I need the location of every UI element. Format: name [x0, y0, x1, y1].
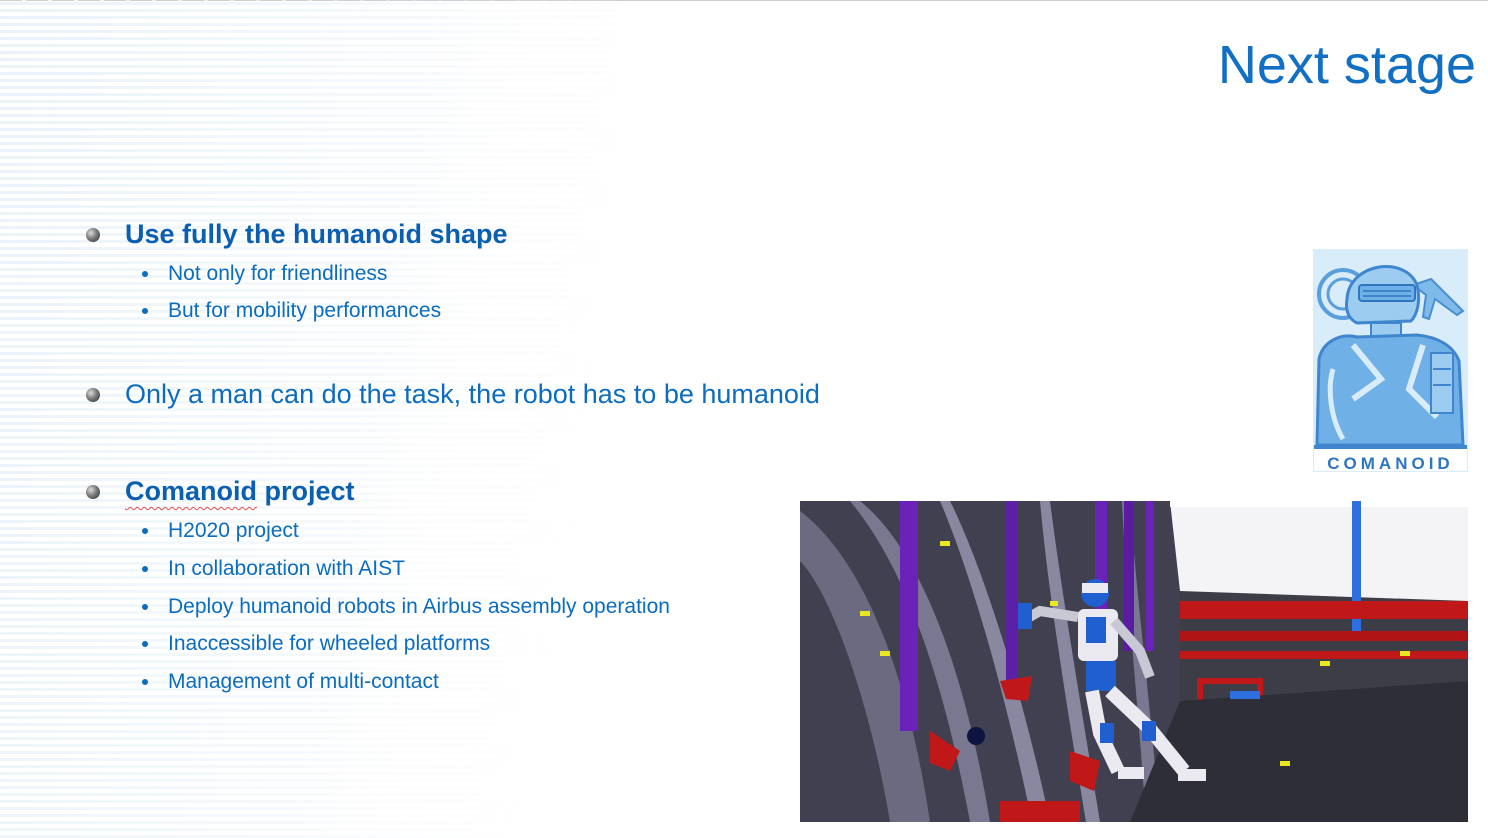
sub-bullet-text: Inaccessible for wheeled platforms: [168, 632, 491, 655]
logo-text: COMANOID: [1327, 454, 1453, 472]
sub-bullet-text: H2020 project: [168, 519, 299, 542]
sub-bullet: Not only for friendliness: [142, 262, 387, 286]
bullet-dot-icon: [142, 679, 148, 685]
bullet-dot-icon: [142, 604, 148, 610]
bullet-text: Comanoid project: [125, 476, 355, 507]
sub-bullet: Inaccessible for wheeled platforms: [142, 632, 490, 656]
bullet-ball-icon: [86, 227, 100, 242]
sub-bullet-text: Management of multi-contact: [168, 670, 439, 693]
fuselage-simulation-graphic: [800, 501, 1468, 822]
comanoid-logo-graphic: COMANOID: [1313, 249, 1468, 473]
slide-title: Next stage: [1217, 35, 1476, 95]
simulation-image: [800, 501, 1468, 822]
bullet-ball-icon: [86, 387, 100, 402]
bullet-humanoid-shape: Use fully the humanoid shape: [86, 219, 508, 250]
bullet-text-rest: project: [257, 476, 355, 506]
bullet-text: Only a man can do the task, the robot ha…: [125, 379, 820, 409]
bullet-text: Use fully the humanoid shape: [125, 219, 508, 249]
background-pattern: [0, 0, 620, 838]
sub-bullet: In collaboration with AIST: [142, 557, 405, 581]
bullet-dot-icon: [142, 308, 148, 314]
sub-bullet: Deploy humanoid robots in Airbus assembl…: [142, 595, 670, 619]
bullet-dot-icon: [142, 271, 148, 277]
sub-bullet: H2020 project: [142, 519, 299, 543]
comanoid-logo: COMANOID: [1313, 249, 1468, 473]
sub-bullet: But for mobility performances: [142, 299, 441, 323]
sub-bullet-text: In collaboration with AIST: [168, 557, 405, 580]
bullet-comanoid-project: Comanoid project: [86, 476, 355, 507]
spellcheck-underlined-word: Comanoid: [125, 476, 257, 506]
sub-bullet-text: But for mobility performances: [168, 299, 442, 322]
slide: Next stage Use fully the humanoid shape …: [0, 0, 1488, 838]
bullet-ball-icon: [86, 484, 100, 499]
bullet-dot-icon: [142, 528, 148, 534]
sub-bullet-text: Deploy humanoid robots in Airbus assembl…: [168, 595, 670, 618]
bullet-dot-icon: [142, 641, 148, 647]
bullet-only-a-man: Only a man can do the task, the robot ha…: [86, 379, 820, 410]
sub-bullet: Management of multi-contact: [142, 670, 439, 694]
sub-bullet-text: Not only for friendliness: [168, 262, 388, 285]
bullet-dot-icon: [142, 566, 148, 572]
